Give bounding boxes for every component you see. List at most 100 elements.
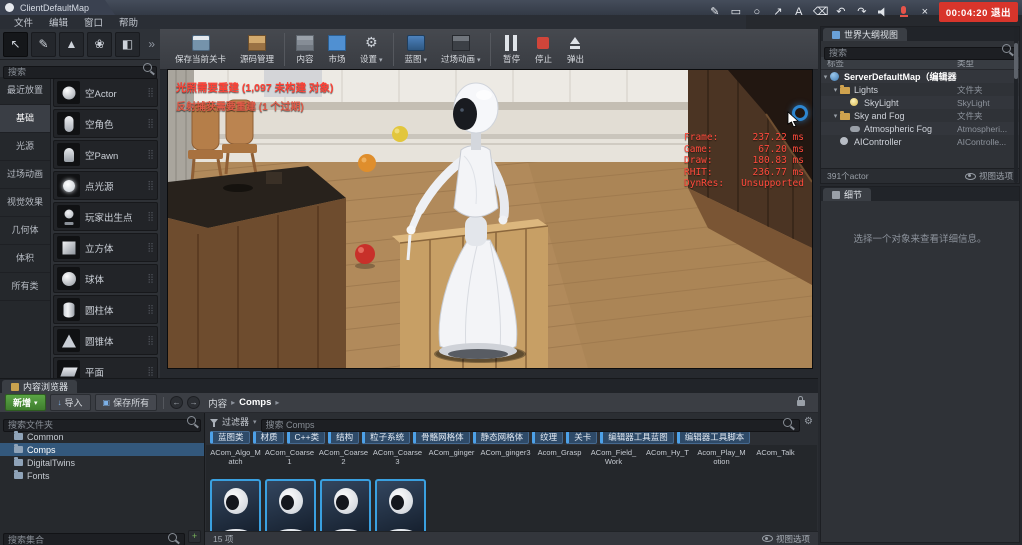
asset-thumbnail-selected[interactable]: [210, 479, 261, 531]
scrollbar[interactable]: [1014, 27, 1018, 183]
content-button[interactable]: 内容: [284, 33, 321, 66]
drag-grip-icon[interactable]: ⣿: [147, 335, 154, 346]
outliner-row[interactable]: ▾ Sky and Fog 文件夹: [821, 109, 1019, 122]
pen-icon[interactable]: ✎: [708, 5, 722, 19]
drag-grip-icon[interactable]: ⣿: [147, 366, 154, 377]
viewport[interactable]: 光照需要重建 (1,097 未构建 对象)反射捕获需要重建 (1 个过期) Fr…: [168, 70, 812, 368]
modes-expand-chevron[interactable]: »: [148, 37, 155, 51]
drag-grip-icon[interactable]: ⣿: [147, 211, 154, 222]
outliner-row[interactable]: ▾ ServerDefaultMap（编辑器世界）: [821, 70, 1019, 83]
folder-tree-item[interactable]: Fonts: [0, 469, 204, 482]
pause-button[interactable]: 暂停: [490, 33, 527, 66]
outliner-row[interactable]: AIController AIControlle...: [821, 135, 1019, 148]
breadcrumb-item[interactable]: Comps: [239, 397, 283, 408]
asset-search-input[interactable]: [261, 419, 801, 432]
asset-item[interactable]: ACom_Coarse2: [318, 448, 369, 474]
microphone-muted-icon[interactable]: [897, 5, 911, 19]
filter-chip[interactable]: C++类: [287, 431, 326, 444]
view-options-button[interactable]: 视图选项: [762, 533, 810, 545]
placement-category[interactable]: 几何体: [0, 217, 50, 245]
tab-content-browser[interactable]: 内容浏览器: [2, 380, 77, 393]
placeable-item[interactable]: 空Actor ⣿: [53, 78, 158, 107]
folder-tree-item[interactable]: DigitalTwins: [0, 456, 204, 469]
expander-icon[interactable]: ▾: [821, 73, 830, 81]
asset-thumbnail-selected[interactable]: [320, 479, 371, 531]
filter-chip[interactable]: 编辑器工具蓝图: [600, 431, 674, 444]
placement-category[interactable]: 最近放置: [0, 77, 50, 105]
placeable-item[interactable]: 平面 ⣿: [53, 357, 158, 378]
folder-tree-item[interactable]: Comps: [0, 443, 204, 456]
place-search-input[interactable]: [3, 66, 157, 79]
expander-icon[interactable]: ▾: [831, 112, 840, 120]
placeable-item[interactable]: 圆锥体 ⣿: [53, 326, 158, 355]
mesh-paint-mode-icon[interactable]: ✎: [31, 32, 56, 57]
window-title-tab[interactable]: ClientDefaultMap: [0, 0, 115, 15]
placement-category[interactable]: 视觉效果: [0, 189, 50, 217]
foliage-mode-icon[interactable]: ❀: [87, 32, 112, 57]
filter-chip[interactable]: 关卡: [566, 431, 597, 444]
redo-icon[interactable]: ↷: [855, 5, 869, 19]
asset-item[interactable]: Acom_Grasp: [534, 448, 585, 474]
filter-chip[interactable]: 粒子系统: [362, 431, 410, 444]
placement-category[interactable]: 体积: [0, 245, 50, 273]
placeable-item[interactable]: 空Pawn ⣿: [53, 140, 158, 169]
expander-icon[interactable]: ▾: [831, 86, 840, 94]
placement-category[interactable]: 基础: [0, 105, 50, 133]
filter-chip[interactable]: 结构: [328, 431, 359, 444]
speaker-icon[interactable]: [876, 5, 890, 19]
drag-grip-icon[interactable]: ⣿: [147, 304, 154, 315]
asset-item[interactable]: ACom_Hy_T: [642, 448, 693, 474]
filter-chip[interactable]: 编辑器工具脚本: [677, 431, 751, 444]
outliner-search-input[interactable]: [824, 47, 1016, 60]
marketplace-button[interactable]: 市场: [321, 33, 353, 66]
drag-grip-icon[interactable]: ⣿: [147, 87, 154, 98]
select-mode-icon[interactable]: ↖: [3, 32, 28, 57]
filter-chip[interactable]: 静态网格体: [473, 431, 530, 444]
filter-funnel-icon[interactable]: [210, 419, 218, 424]
placement-category[interactable]: 过场动画: [0, 161, 50, 189]
asset-item[interactable]: ACom_Coarse3: [372, 448, 423, 474]
rectangle-icon[interactable]: ▭: [729, 5, 743, 19]
asset-item[interactable]: ACom_ginger: [426, 448, 477, 474]
forward-button[interactable]: →: [187, 396, 200, 409]
asset-item[interactable]: ACom_Algo_Match: [210, 448, 261, 474]
add-new-button[interactable]: 新增: [5, 394, 46, 411]
menu-item[interactable]: 帮助: [111, 15, 146, 29]
asset-thumbnail-selected[interactable]: [265, 479, 316, 531]
save-current-level-button[interactable]: 保存当前关卡: [168, 33, 233, 66]
filter-chip[interactable]: 纹理: [532, 431, 563, 444]
source-control-button[interactable]: 源码管理: [233, 33, 281, 66]
tab-world-outliner[interactable]: 世界大纲视图: [823, 28, 907, 41]
outliner-row[interactable]: SkyLight SkyLight: [821, 96, 1019, 109]
asset-thumbnail-selected[interactable]: [375, 479, 426, 531]
drag-grip-icon[interactable]: ⣿: [147, 273, 154, 284]
gear-icon[interactable]: ⚙: [804, 415, 813, 428]
back-button[interactable]: ←: [170, 396, 183, 409]
filters-label[interactable]: 过滤器: [222, 415, 249, 428]
placeable-item[interactable]: 球体 ⣿: [53, 264, 158, 293]
menu-item[interactable]: 文件: [6, 15, 41, 29]
filter-chip[interactable]: 材质: [253, 431, 284, 444]
folder-tree-item[interactable]: Common: [0, 430, 204, 443]
outliner-row[interactable]: Atmospheric Fog Atmospheri...: [821, 122, 1019, 135]
geometry-editing-mode-icon[interactable]: ◧: [115, 32, 140, 57]
recording-timer-badge[interactable]: 00:04:20 退出: [939, 2, 1018, 22]
landscape-mode-icon[interactable]: ▲: [59, 32, 84, 57]
breadcrumb-item[interactable]: 内容: [208, 396, 239, 410]
settings-button[interactable]: 设置: [353, 33, 389, 66]
placeable-item[interactable]: 空角色 ⣿: [53, 109, 158, 138]
filter-chip[interactable]: 蓝图类: [210, 431, 250, 444]
ellipse-icon[interactable]: ○: [750, 5, 764, 19]
undo-icon[interactable]: ↶: [834, 5, 848, 19]
asset-item[interactable]: Acom_Play_Motion: [696, 448, 747, 474]
placeable-item[interactable]: 点光源 ⣿: [53, 171, 158, 200]
lock-icon[interactable]: [797, 400, 805, 406]
blueprints-button[interactable]: 蓝图: [393, 33, 434, 66]
drag-grip-icon[interactable]: ⣿: [147, 180, 154, 191]
tab-details[interactable]: 细节: [823, 188, 871, 201]
placeable-item[interactable]: 立方体 ⣿: [53, 233, 158, 262]
arrow-icon[interactable]: ↗: [771, 5, 785, 19]
asset-item[interactable]: ACom_Coarse1: [264, 448, 315, 474]
text-tool-icon[interactable]: A: [792, 5, 806, 19]
placeable-item[interactable]: 圆柱体 ⣿: [53, 295, 158, 324]
